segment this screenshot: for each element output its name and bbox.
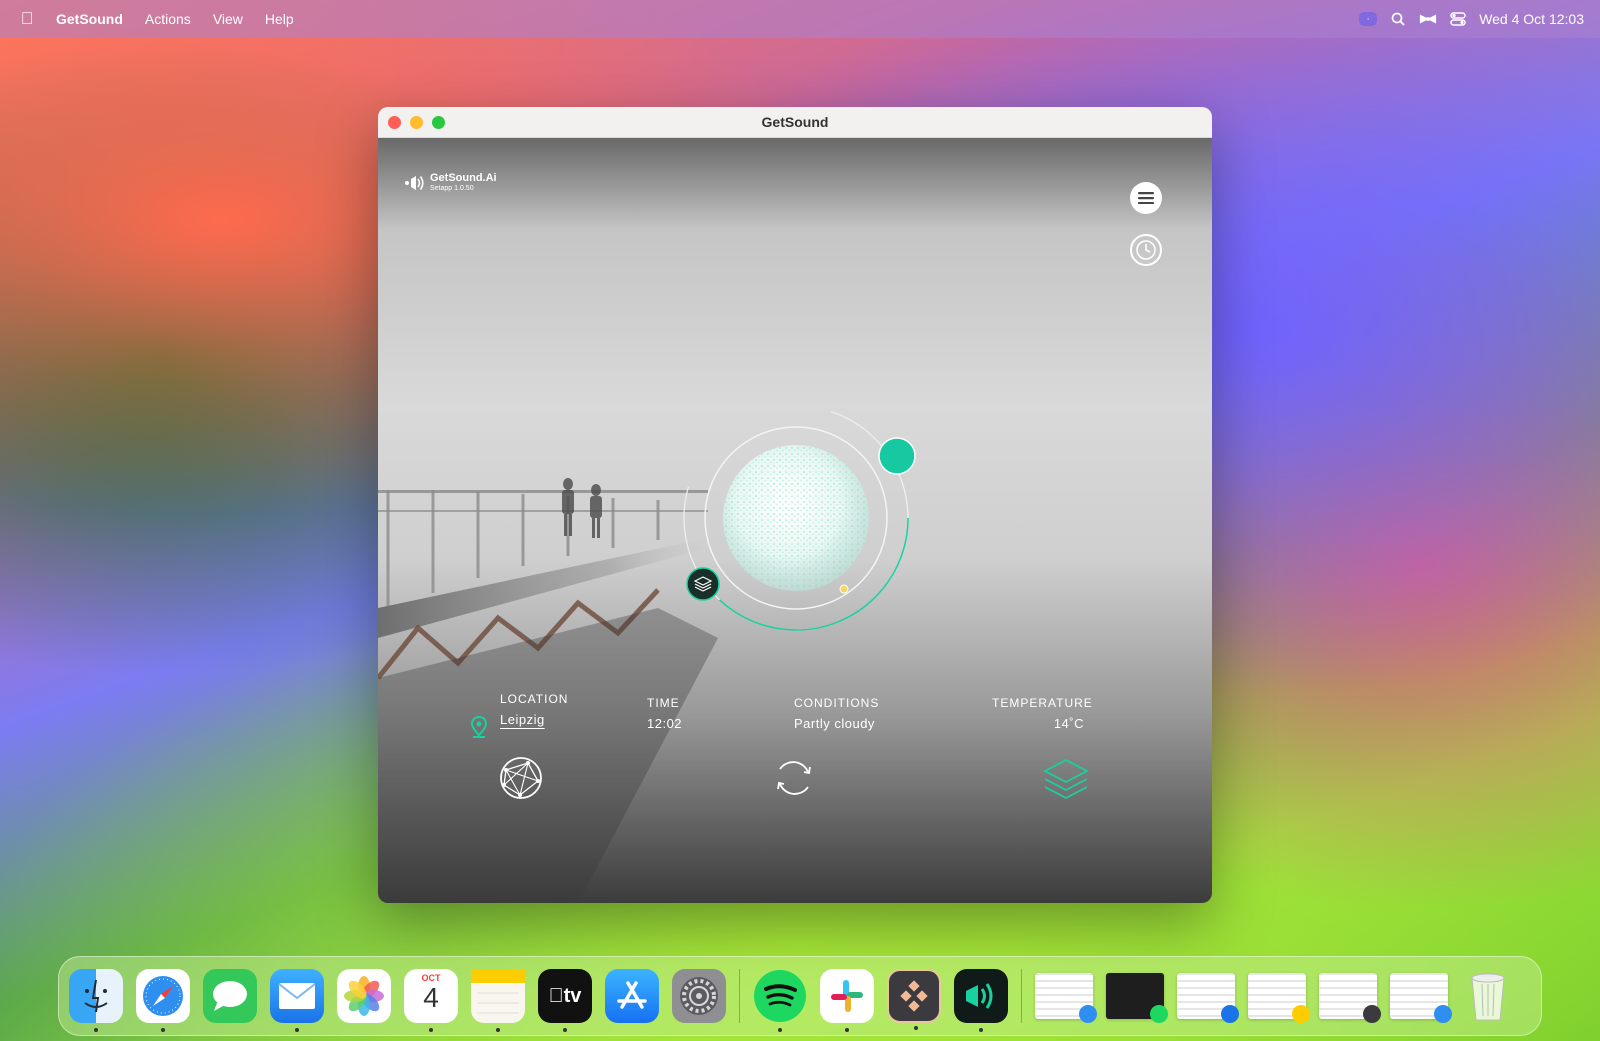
minimize-window-button[interactable] [410, 116, 423, 129]
gear-icon [680, 977, 718, 1015]
getsound-logo-icon [405, 175, 424, 190]
slack-icon [831, 980, 863, 1012]
dock-trash[interactable] [1461, 969, 1515, 1023]
dock-getsound[interactable] [954, 969, 1008, 1032]
screen-share-icon[interactable] [1359, 12, 1378, 26]
menu-app-name[interactable]: GetSound [56, 11, 123, 27]
menu-actions[interactable]: Actions [145, 11, 191, 27]
dock-minimized-window-5[interactable] [1319, 973, 1381, 1023]
window-titlebar[interactable]: GetSound [378, 107, 1212, 138]
close-window-button[interactable] [388, 116, 401, 129]
getsound-app-icon [966, 983, 993, 1009]
dock-minimized-window-4[interactable] [1248, 973, 1310, 1023]
window-title: GetSound [761, 114, 829, 130]
conditions-value: Partly cloudy [794, 716, 875, 731]
spotify-badge-icon [1150, 1005, 1168, 1023]
time-value: 12:02 [647, 716, 683, 731]
dock-photos[interactable] [337, 969, 391, 1023]
dock-minimized-window-2[interactable] [1106, 973, 1168, 1023]
dock-setapp[interactable] [887, 969, 941, 1030]
time-block: TIME 12:02 [647, 696, 682, 731]
finder-icon [84, 979, 108, 1013]
conditions-label: CONDITIONS [794, 696, 880, 710]
notes-icon [471, 969, 525, 1014]
orb-layers-button[interactable] [686, 567, 720, 601]
speech-bubble-icon [213, 981, 247, 1011]
location-block: LOCATION Leipzig [500, 692, 568, 727]
menu-clock[interactable]: Wed 4 Oct 12:03 [1479, 11, 1584, 27]
dock-notes[interactable] [471, 969, 525, 1032]
bowtie-icon[interactable] [1419, 12, 1437, 26]
dock-minimized-window-3[interactable] [1177, 973, 1239, 1023]
setapp-icon [900, 980, 928, 1012]
time-label: TIME [647, 696, 680, 710]
calendar-day: 4 [423, 982, 439, 1013]
dock-app-store[interactable] [605, 969, 659, 1023]
mail-badge-icon [1221, 1005, 1239, 1023]
dock-messages[interactable] [203, 969, 257, 1023]
status-area: Wed 4 Oct 12:03 [1359, 11, 1584, 27]
dock-mail[interactable] [270, 969, 324, 1032]
spotify-icon [754, 970, 806, 1022]
apple-menu-icon[interactable]:  [16, 9, 38, 29]
sound-orb-visualizer [683, 405, 916, 631]
temperature-label: TEMPERATURE [992, 696, 1093, 710]
menu-help[interactable]: Help [265, 11, 294, 27]
dock-calendar[interactable]: OCT 4 [404, 969, 458, 1032]
location-label: LOCATION [500, 692, 569, 706]
history-button[interactable] [1130, 234, 1162, 266]
location-pin-icon [470, 716, 488, 738]
brand-name: GetSound.Ai [430, 172, 497, 184]
dock: OCT 4 tv [58, 956, 1542, 1036]
envelope-icon [278, 983, 316, 1009]
dock-separator-2 [1021, 969, 1022, 1023]
hamburger-menu-button[interactable] [1130, 182, 1162, 214]
safari-badge-icon-2 [1434, 1005, 1452, 1023]
control-center-icon[interactable] [1449, 12, 1467, 26]
app-store-icon [617, 981, 647, 1009]
dock-slack[interactable] [820, 969, 874, 1032]
temperature-value: 14˚C [1053, 716, 1084, 731]
globe-icon[interactable] [498, 755, 544, 801]
dock-finder[interactable] [69, 969, 123, 1032]
conditions-block: CONDITIONS Partly cloudy [794, 696, 879, 731]
window-controls [388, 116, 445, 129]
zoom-window-button[interactable] [432, 116, 445, 129]
dock-minimized-window-6[interactable] [1390, 973, 1452, 1023]
apple-tv-icon:  [549, 985, 564, 1008]
app-content: GetSound.Ai Setapp 1.0.50 LOCATION Leipz… [378, 138, 1212, 903]
trash-icon [1471, 973, 1505, 1021]
location-link[interactable]: Leipzig [500, 712, 568, 727]
temperature-block: TEMPERATURE 14˚C [992, 696, 1093, 731]
dock-separator [739, 969, 740, 1023]
dock-apple-tv[interactable]: tv [538, 969, 592, 1032]
dock-minimized-window-1[interactable] [1035, 973, 1097, 1023]
menu-view[interactable]: View [213, 11, 243, 27]
layers-icon[interactable] [1043, 755, 1089, 801]
notes-badge-icon [1292, 1005, 1310, 1023]
orb-handle-teal[interactable] [878, 437, 916, 475]
menu-bar:  GetSound Actions View Help Wed 4 Oct 1… [0, 0, 1600, 38]
spotlight-search-icon[interactable] [1389, 12, 1407, 26]
getsound-window: GetSound GetSound.Ai Setapp 1.0.50 LOCAT… [378, 107, 1212, 903]
dock-system-settings[interactable] [672, 969, 726, 1023]
clock-icon [1136, 240, 1156, 260]
safari-badge-icon [1079, 1005, 1097, 1023]
setapp-badge-icon [1363, 1005, 1381, 1023]
flower-icon [344, 976, 384, 1016]
compass-icon [143, 976, 183, 1016]
refresh-icon[interactable] [771, 755, 817, 801]
dock-spotify[interactable] [753, 969, 807, 1032]
brand-logo: GetSound.Ai Setapp 1.0.50 [404, 172, 497, 193]
dock-safari[interactable] [136, 969, 190, 1032]
brand-version: Setapp 1.0.50 [430, 185, 474, 192]
hamburger-icon [1138, 192, 1154, 204]
tv-label: tv [556, 984, 582, 1007]
